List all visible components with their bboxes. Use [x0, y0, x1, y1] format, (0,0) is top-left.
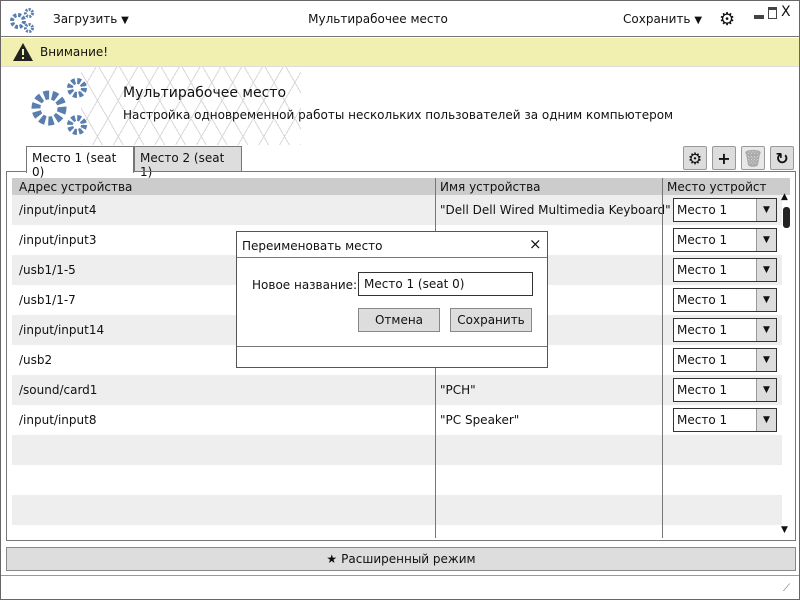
minimize-button[interactable] — [754, 15, 764, 19]
scroll-thumb[interactable] — [783, 207, 790, 228]
table-row[interactable] — [12, 435, 782, 465]
device-address: /usb1/1-7 — [19, 293, 76, 307]
seat-select-value: Место 1 — [677, 323, 728, 337]
divider — [237, 257, 547, 258]
tab-seat-1[interactable]: Место 1 (seat 0) — [26, 146, 134, 179]
seat-select[interactable]: Место 1 ▼ — [673, 228, 777, 252]
chevron-down-icon[interactable]: ▼ — [756, 199, 776, 221]
warning-icon — [13, 43, 33, 61]
save-menu[interactable]: Сохранить ▼ — [623, 12, 702, 26]
save-button[interactable]: Сохранить — [450, 308, 532, 332]
chevron-down-icon[interactable]: ▼ — [756, 409, 776, 431]
table-row[interactable]: /input/input8 "PC Speaker" Место 1 ▼ — [12, 405, 782, 435]
table-row[interactable] — [12, 465, 782, 495]
column-divider — [662, 178, 663, 538]
seat-select[interactable]: Место 1 ▼ — [673, 348, 777, 372]
warning-bar: Внимание! — [1, 38, 799, 67]
chevron-down-icon[interactable]: ▼ — [756, 289, 776, 311]
device-address: /sound/card1 — [19, 383, 98, 397]
table-row[interactable] — [12, 495, 782, 525]
tab-seat-2[interactable]: Место 2 (seat 1) — [134, 146, 242, 179]
seat-select-value: Место 1 — [677, 293, 728, 307]
delete-seat-button[interactable]: 🗑 — [741, 146, 765, 170]
refresh-button[interactable]: ↻ — [770, 146, 794, 170]
save-label: Сохранить — [623, 12, 691, 26]
chevron-down-icon[interactable]: ▼ — [756, 259, 776, 281]
settings-gear-icon[interactable]: ⚙ — [719, 9, 735, 30]
device-address: /usb1/1-5 — [19, 263, 76, 277]
seat-settings-button[interactable]: ⚙ — [683, 146, 707, 170]
column-header-name[interactable]: Имя устройства — [440, 180, 541, 194]
advanced-mode-button[interactable]: ★ Расширенный режим — [6, 547, 796, 571]
device-address: /input/input3 — [19, 233, 97, 247]
device-address: /input/input4 — [19, 203, 97, 217]
seat-select[interactable]: Место 1 ▼ — [673, 318, 777, 342]
star-icon: ★ — [326, 552, 338, 566]
vertical-scrollbar[interactable]: ▲ ▼ — [780, 188, 792, 538]
table-row[interactable]: /input/input4 "Dell Dell Wired Multimedi… — [12, 195, 782, 225]
refresh-icon: ↻ — [775, 148, 789, 168]
dialog-close-icon[interactable]: × — [529, 235, 542, 253]
gear-icon: ⚙ — [687, 148, 703, 168]
seat-select[interactable]: Место 1 ▼ — [673, 198, 777, 222]
device-name: "PCH" — [440, 383, 476, 397]
seat-select-value: Место 1 — [677, 353, 728, 367]
device-address: /input/input8 — [19, 413, 97, 427]
seat-select[interactable]: Место 1 ▼ — [673, 288, 777, 312]
cancel-button[interactable]: Отмена — [358, 308, 440, 332]
seat-select-value: Место 1 — [677, 203, 728, 217]
device-name: "Dell Dell Wired Multimedia Keyboard" — [440, 203, 671, 217]
chevron-down-icon[interactable]: ▼ — [756, 379, 776, 401]
trash-icon: 🗑 — [742, 148, 764, 168]
seat-select[interactable]: Место 1 ▼ — [673, 378, 777, 402]
table-header: Адрес устройства Имя устройства Место ус… — [12, 178, 790, 195]
table-row[interactable]: /sound/card1 "PCH" Место 1 ▼ — [12, 375, 782, 405]
divider — [1, 575, 799, 576]
new-name-label: Новое название: — [252, 278, 358, 292]
seat-select-value: Место 1 — [677, 383, 728, 397]
advanced-mode-label: Расширенный режим — [341, 552, 476, 566]
scroll-down-icon[interactable]: ▼ — [781, 525, 788, 535]
resize-grip-icon[interactable]: ⟋ — [783, 583, 790, 594]
seat-select[interactable]: Место 1 ▼ — [673, 258, 777, 282]
new-name-input[interactable]: Место 1 (seat 0) — [358, 272, 533, 296]
add-seat-button[interactable]: + — [712, 146, 736, 170]
seat-select-value: Место 1 — [677, 233, 728, 247]
header-subtitle: Настройка одновременной работы нескольки… — [123, 108, 674, 122]
seat-select-value: Место 1 — [677, 413, 728, 427]
close-button[interactable]: X — [781, 4, 791, 20]
chevron-down-icon[interactable]: ▼ — [756, 229, 776, 251]
seat-select[interactable]: Место 1 ▼ — [673, 408, 777, 432]
chevron-down-icon[interactable]: ▼ — [756, 319, 776, 341]
rename-seat-dialog: Переименовать место × Новое название: Ме… — [236, 231, 548, 368]
maximize-button[interactable] — [768, 7, 777, 19]
chevron-down-icon[interactable]: ▼ — [756, 349, 776, 371]
dialog-title: Переименовать место — [242, 239, 383, 253]
header-gears-icon — [31, 78, 87, 135]
hex-background — [81, 67, 301, 145]
device-name: "PC Speaker" — [440, 413, 520, 427]
seat-select-value: Место 1 — [677, 263, 728, 277]
warning-text: Внимание! — [40, 45, 109, 59]
device-address: /usb2 — [19, 353, 53, 367]
main-window: Загрузить ▼ Мультирабочее место Сохранит… — [0, 0, 800, 600]
column-header-address[interactable]: Адрес устройства — [19, 180, 132, 194]
scroll-up-icon[interactable]: ▲ — [781, 192, 788, 202]
header-title: Мультирабочее место — [123, 85, 287, 101]
title-bar: Загрузить ▼ Мультирабочее место Сохранит… — [1, 1, 799, 37]
plus-icon: + — [717, 148, 731, 168]
column-header-seat[interactable]: Место устройства — [667, 180, 767, 194]
divider — [237, 346, 547, 347]
device-address: /input/input14 — [19, 323, 105, 337]
caret-down-icon: ▼ — [694, 15, 703, 26]
